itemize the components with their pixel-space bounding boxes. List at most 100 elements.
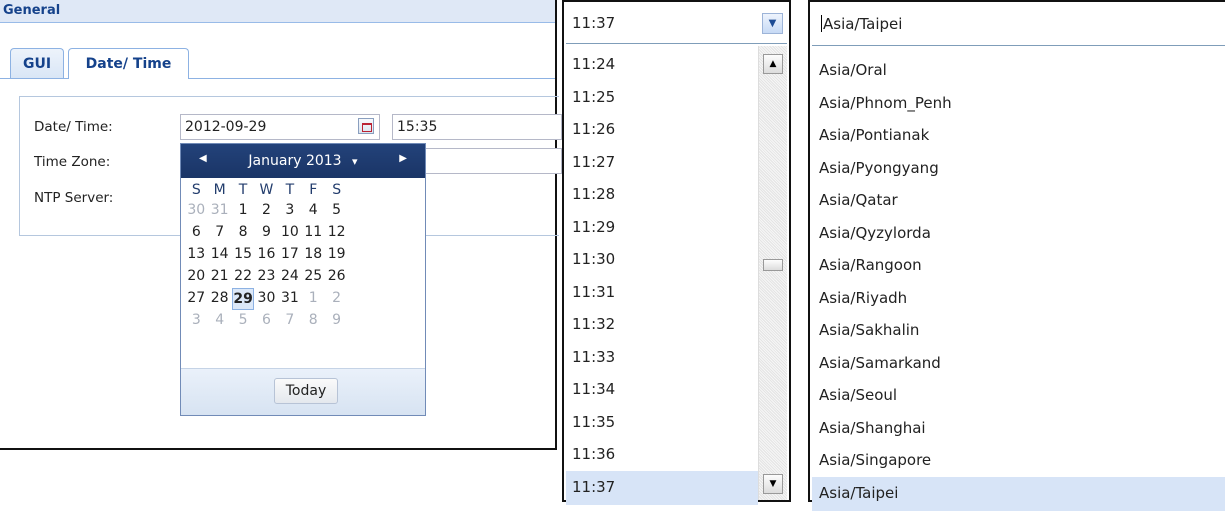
calendar-day[interactable]: 19 xyxy=(325,244,348,266)
timezone-option[interactable]: Asia/Phnom_Penh xyxy=(812,87,1225,120)
timezone-options-list: Asia/Oral Asia/Phnom_Penh Asia/Pontianak As… xyxy=(812,54,1225,511)
timezone-option[interactable]: Asia/Qatar xyxy=(812,184,1225,217)
calendar-day[interactable]: 14 xyxy=(208,244,231,266)
time-option[interactable]: 11:33 xyxy=(566,341,758,374)
calendar-day[interactable]: 6 xyxy=(185,222,208,244)
timezone-option[interactable]: Asia/Taipei xyxy=(812,476,1225,511)
calendar-day[interactable]: 13 xyxy=(185,244,208,266)
calendar-day[interactable]: 12 xyxy=(325,222,348,244)
time-option[interactable]: 11:29 xyxy=(566,211,758,244)
calendar-day[interactable]: 2 xyxy=(255,200,278,222)
calendar-day[interactable]: 17 xyxy=(279,244,302,266)
next-month-icon[interactable]: ▶ xyxy=(399,153,407,164)
calendar-day[interactable]: 5 xyxy=(325,200,348,222)
tab-date-time[interactable]: Date/ Time xyxy=(68,48,189,79)
arrow-down-icon[interactable]: ▼ xyxy=(763,474,783,494)
date-field[interactable]: 2012-09-29 xyxy=(180,114,380,140)
timezone-combo-value: Asia/Taipei xyxy=(823,15,903,33)
timezone-option[interactable]: Asia/Pyongyang xyxy=(812,152,1225,185)
calendar-day[interactable]: 7 xyxy=(279,310,302,332)
time-option[interactable]: 11:32 xyxy=(566,308,758,341)
calendar-day[interactable]: 30 xyxy=(185,200,208,222)
calendar-day[interactable]: 4 xyxy=(302,200,325,222)
weekday-label: W xyxy=(259,182,274,198)
timezone-input-text: Asia/Taipei xyxy=(821,15,902,33)
timezone-option[interactable]: Asia/Qyzylorda xyxy=(812,217,1225,250)
time-zone-field[interactable] xyxy=(420,148,562,174)
calendar-day[interactable]: 21 xyxy=(208,266,231,288)
calendar-icon[interactable] xyxy=(358,118,374,134)
calendar-day[interactable]: 31 xyxy=(208,200,231,222)
time-option[interactable]: 11:27 xyxy=(566,146,758,179)
time-zone-label: Time Zone: xyxy=(34,154,111,170)
chevron-down-icon[interactable]: ▼ xyxy=(762,13,783,34)
calendar-day[interactable]: 15 xyxy=(232,244,255,266)
time-option[interactable]: 11:34 xyxy=(566,373,758,406)
calendar-day[interactable]: 3 xyxy=(185,310,208,332)
time-option[interactable]: 11:30 xyxy=(566,243,758,276)
timezone-option[interactable]: Asia/Sakhalin xyxy=(812,314,1225,347)
calendar-day[interactable]: 6 xyxy=(255,310,278,332)
calendar-day[interactable]: 20 xyxy=(185,266,208,288)
calendar-day[interactable]: 10 xyxy=(279,222,302,244)
timezone-option[interactable]: Asia/Singapore xyxy=(812,444,1225,477)
time-option[interactable]: 11:25 xyxy=(566,81,758,114)
timezone-option[interactable]: Asia/Samarkand xyxy=(812,347,1225,380)
time-option[interactable]: 11:31 xyxy=(566,276,758,309)
calendar-day[interactable]: 31 xyxy=(279,288,302,310)
calendar-week-row: 13 14 15 16 17 18 19 xyxy=(185,244,421,266)
calendar-day[interactable]: 30 xyxy=(255,288,278,310)
time-options-list: 11:24 11:25 11:26 11:27 11:28 11:29 11:30 11:31… xyxy=(566,48,758,505)
calendar-week-row: 6 7 8 9 10 11 12 xyxy=(185,222,421,244)
panel-title: General xyxy=(0,0,555,23)
calendar-day[interactable]: 23 xyxy=(255,266,278,288)
month-selector[interactable]: January 2013 ▾ xyxy=(181,153,425,169)
calendar-day[interactable]: 8 xyxy=(232,222,255,244)
time-field[interactable]: 15:35 xyxy=(392,114,562,140)
calendar-day[interactable]: 1 xyxy=(302,288,325,310)
timezone-option[interactable]: Asia/Oral xyxy=(812,54,1225,87)
calendar-day[interactable]: 24 xyxy=(279,266,302,288)
time-option[interactable]: 11:26 xyxy=(566,113,758,146)
calendar-day[interactable]: 11 xyxy=(302,222,325,244)
calendar-day[interactable]: 5 xyxy=(232,310,255,332)
timezone-option[interactable]: Asia/Seoul xyxy=(812,379,1225,412)
today-button[interactable]: Today xyxy=(274,378,338,404)
time-option[interactable]: 11:24 xyxy=(566,48,758,81)
time-option[interactable]: 11:36 xyxy=(566,438,758,471)
calendar-day[interactable]: 2 xyxy=(325,288,348,310)
scrollbar-thumb[interactable] xyxy=(763,259,783,271)
time-option[interactable]: 11:28 xyxy=(566,178,758,211)
calendar-day[interactable]: 25 xyxy=(302,266,325,288)
calendar-day[interactable]: 16 xyxy=(255,244,278,266)
calendar-day[interactable]: 18 xyxy=(302,244,325,266)
timezone-option[interactable]: Asia/Shanghai xyxy=(812,412,1225,445)
calendar-day[interactable]: 3 xyxy=(279,200,302,222)
time-combo-panel: 11:37 ▼ 11:24 11:25 11:26 11:27 11:28 11:29 11… xyxy=(562,0,791,505)
calendar-day[interactable]: 8 xyxy=(302,310,325,332)
time-combo-input[interactable]: 11:37 ▼ xyxy=(566,4,787,44)
calendar-day[interactable]: 4 xyxy=(208,310,231,332)
calendar-day[interactable]: 26 xyxy=(325,266,348,288)
weekday-label: F xyxy=(309,182,318,198)
timezone-option[interactable]: Asia/Rangoon xyxy=(812,249,1225,282)
tab-gui[interactable]: GUI xyxy=(10,48,64,78)
timezone-option[interactable]: Asia/Pontianak xyxy=(812,119,1225,152)
calendar-week-row: 20 21 22 23 24 25 26 xyxy=(185,266,421,288)
calendar-day[interactable]: 22 xyxy=(232,266,255,288)
time-option[interactable]: 11:35 xyxy=(566,406,758,439)
calendar-day[interactable]: 28 xyxy=(208,288,231,310)
calendar-week-row: 27 28 29 30 31 1 2 xyxy=(185,288,421,310)
timezone-combo-input[interactable]: Asia/Taipei xyxy=(812,4,1225,46)
calendar-day[interactable]: 27 xyxy=(185,288,208,310)
scrollbar[interactable]: ▲ ▼ xyxy=(758,46,787,500)
timezone-option[interactable]: Asia/Riyadh xyxy=(812,282,1225,315)
calendar-day[interactable]: 9 xyxy=(325,310,348,332)
calendar-day[interactable]: 7 xyxy=(208,222,231,244)
time-option[interactable]: 11:37 xyxy=(566,470,758,505)
calendar-day[interactable]: 9 xyxy=(255,222,278,244)
calendar-day[interactable]: 1 xyxy=(232,200,255,222)
date-picker: ◀ January 2013 ▾ ▶ S M T W T F S 30 31 1 2 3 4 5 6 7 8 9 1… xyxy=(180,143,426,416)
calendar-day[interactable]: 29 xyxy=(231,288,255,310)
arrow-up-icon[interactable]: ▲ xyxy=(763,54,783,74)
